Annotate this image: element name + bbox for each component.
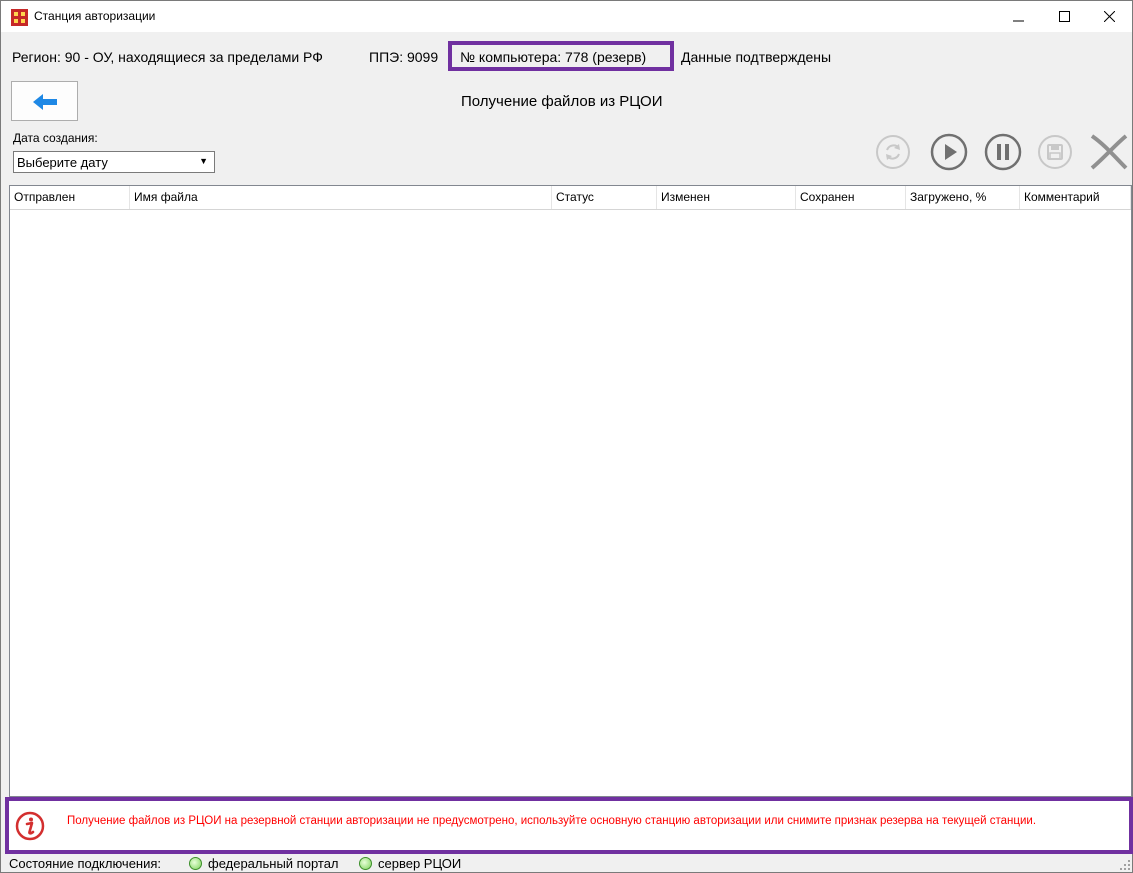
date-select-value: Выберите дату [17,155,108,170]
files-table[interactable]: Отправлен Имя файла Статус Изменен Сохра… [9,185,1132,797]
federal-portal-label: федеральный портал [208,856,339,871]
column-header-sent[interactable]: Отправлен [10,186,130,209]
rcoi-server-label: сервер РЦОИ [378,856,462,871]
ppe-label: ППЭ: 9099 [369,49,439,65]
back-button[interactable] [11,81,78,121]
minimize-button[interactable] [995,1,1041,32]
page-title: Получение файлов из РЦОИ [461,93,663,110]
maximize-button[interactable] [1041,1,1087,32]
column-header-filename[interactable]: Имя файла [130,186,552,209]
pause-icon[interactable] [984,133,1022,171]
column-header-comment[interactable]: Комментарий [1020,186,1131,209]
status-bar: Состояние подключения: федеральный порта… [1,854,1132,872]
refresh-icon[interactable] [874,133,912,171]
info-icon [15,811,45,841]
maximize-icon [1059,11,1070,22]
app-logo-icon [11,9,28,26]
back-arrow-icon [33,94,57,110]
column-header-modified[interactable]: Изменен [657,186,796,209]
computer-number-highlight [448,41,674,71]
chevron-down-icon: ▼ [199,156,208,166]
column-header-loaded-percent[interactable]: Загружено, % [906,186,1020,209]
play-icon[interactable] [930,133,968,171]
date-filter-label: Дата создания: [13,131,98,145]
window-title: Станция авторизации [34,9,156,23]
region-label: Регион: 90 - ОУ, находящиеся за пределам… [12,49,323,65]
minimize-icon [1013,20,1024,22]
rcoi-server-status-icon [359,857,372,870]
close-button[interactable] [1086,1,1132,32]
connection-status-label: Состояние подключения: [9,856,162,871]
warning-message: Получение файлов из РЦОИ на резервной ст… [67,815,1037,827]
close-icon [1104,11,1115,22]
resize-grip-icon[interactable] [1120,860,1130,870]
date-select[interactable]: Выберите дату ▼ [13,151,215,173]
warning-panel: Получение файлов из РЦОИ на резервной ст… [5,797,1133,854]
federal-portal-status-icon [189,857,202,870]
table-header: Отправлен Имя файла Статус Изменен Сохра… [10,186,1131,210]
app-window: Станция авторизации Регион: 90 - ОУ, нах… [0,0,1133,873]
column-header-status[interactable]: Статус [552,186,657,209]
save-icon[interactable] [1036,133,1074,171]
title-bar: Станция авторизации [1,1,1132,32]
data-status-label: Данные подтверждены [681,49,832,65]
column-header-saved[interactable]: Сохранен [796,186,906,209]
cancel-icon[interactable] [1089,133,1129,171]
